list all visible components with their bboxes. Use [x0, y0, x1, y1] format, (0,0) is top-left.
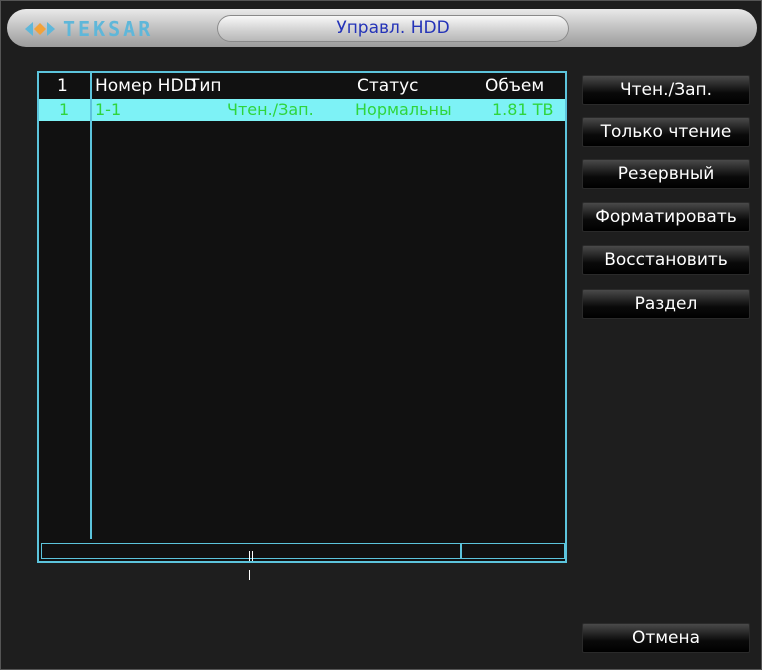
table-row[interactable]: 1 1-1 Чтен./Зап. Нормальны 1.81 TB	[39, 99, 565, 121]
table-header: 1 Номер HDD Тип Статус Объем	[39, 73, 565, 99]
header-status[interactable]: Статус	[357, 76, 419, 96]
row-type: Чтен./Зап.	[227, 100, 314, 119]
brand-logo: TEKSAR	[25, 17, 153, 41]
column-divider	[90, 73, 92, 539]
header-size[interactable]: Объем	[485, 76, 544, 96]
title-pill: Управл. HDD	[217, 15, 569, 42]
restore-button[interactable]: Восстановить	[582, 245, 750, 275]
row-size: 1.81 TB	[492, 100, 554, 119]
hdd-table: 1 Номер HDD Тип Статус Объем 1 1-1 Чтен.…	[37, 71, 567, 580]
row-index: 1	[59, 100, 70, 119]
cancel-button[interactable]: Отмена	[582, 623, 750, 653]
diamond-arrows-icon	[25, 22, 55, 36]
header-index: 1	[57, 76, 68, 96]
backup-button[interactable]: Резервный	[582, 159, 750, 189]
read-write-button[interactable]: Чтен./Зап.	[582, 75, 750, 105]
header-type[interactable]: Тип	[189, 76, 222, 96]
row-status: Нормальны	[355, 100, 452, 119]
window-title: Управл. HDD	[336, 18, 450, 38]
partition-button[interactable]: Раздел	[582, 289, 750, 319]
read-only-button[interactable]: Только чтение	[582, 117, 750, 147]
format-button[interactable]: Форматировать	[582, 202, 750, 232]
brand-name: TEKSAR	[63, 17, 154, 41]
horizontal-scrollbar[interactable]	[41, 543, 461, 580]
row-hdd-number: 1-1	[95, 100, 122, 119]
scrollbar-corner	[461, 543, 565, 559]
header-hdd-number[interactable]: Номер HDD	[95, 76, 197, 96]
hdd-management-window: TEKSAR Управл. HDD 1 Номер HDD Тип Стату…	[0, 0, 762, 670]
scrollbar-grip-icon[interactable]	[249, 546, 257, 580]
